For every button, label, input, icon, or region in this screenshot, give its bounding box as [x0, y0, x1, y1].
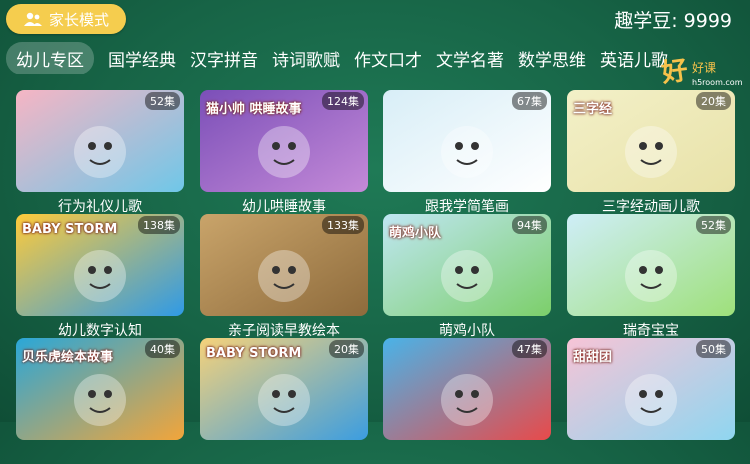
course-card[interactable]: 贝乐虎绘本故事 40集	[16, 338, 184, 464]
course-card[interactable]: BABY STORM 138集 幼儿数字认知	[16, 214, 184, 340]
course-card[interactable]: BABY STORM 20集	[200, 338, 368, 464]
course-grid: 52集 行为礼仪儿歌 猫小帅 哄睡故事 124集 幼儿哄睡故事 67集 跟我学简笔画 三字经 2…	[16, 90, 750, 440]
episode-count-badge: 40集	[145, 340, 180, 358]
course-thumbnail: 三字经 20集	[567, 90, 735, 192]
course-thumbnail: 133集	[200, 214, 368, 316]
thumbnail-caption: 贝乐虎绘本故事	[22, 350, 114, 365]
course-card[interactable]: 47集	[383, 338, 551, 464]
tab-2[interactable]: 汉字拼音	[190, 42, 258, 74]
course-title	[200, 446, 368, 464]
tab-6[interactable]: 数学思维	[518, 42, 586, 74]
course-thumbnail: BABY STORM 20集	[200, 338, 368, 440]
thumbnail-caption: 甜甜团	[573, 350, 613, 365]
course-title	[383, 446, 551, 464]
course-thumbnail: 67集	[383, 90, 551, 192]
course-thumbnail: 贝乐虎绘本故事 40集	[16, 338, 184, 440]
course-card[interactable]: 67集 跟我学简笔画	[383, 90, 551, 216]
course-thumbnail: 萌鸡小队 94集	[383, 214, 551, 316]
course-card[interactable]: 萌鸡小队 94集 萌鸡小队	[383, 214, 551, 340]
svg-text:好课: 好课	[692, 61, 716, 75]
thumbnail-caption: BABY STORM	[22, 222, 118, 237]
family-icon	[23, 12, 42, 26]
course-thumbnail: 52集	[567, 214, 735, 316]
thumbnail-caption: 萌鸡小队	[389, 226, 442, 241]
beans-balance: 趣学豆: 9999	[614, 10, 732, 32]
tab-4[interactable]: 作文口才	[354, 42, 422, 74]
course-title	[16, 446, 184, 464]
episode-count-badge: 20集	[696, 92, 731, 110]
episode-count-badge: 50集	[696, 340, 731, 358]
course-thumbnail: 猫小帅 哄睡故事 124集	[200, 90, 368, 192]
parent-mode-button[interactable]: 家长模式	[6, 4, 126, 34]
site-logo: 好 好课 h5room.com	[659, 55, 743, 88]
episode-count-badge: 20集	[329, 340, 364, 358]
episode-count-badge: 67集	[512, 92, 547, 110]
parent-mode-label: 家长模式	[48, 10, 109, 29]
episode-count-badge: 133集	[322, 216, 364, 234]
thumbnail-caption: 三字经	[573, 102, 613, 117]
course-card[interactable]: 甜甜团 50集	[567, 338, 735, 464]
episode-count-badge: 138集	[138, 216, 180, 234]
course-thumbnail: 甜甜团 50集	[567, 338, 735, 440]
course-card[interactable]: 52集 行为礼仪儿歌	[16, 90, 184, 216]
category-tabs: 幼儿专区 国学经典 汉字拼音 诗词歌赋 作文口才 文学名著 数学思维 英语儿歌	[6, 42, 750, 74]
course-thumbnail: 47集	[383, 338, 551, 440]
tab-5[interactable]: 文学名著	[436, 42, 504, 74]
tab-1[interactable]: 国学经典	[108, 42, 176, 74]
episode-count-badge: 52集	[696, 216, 731, 234]
episode-count-badge: 124集	[322, 92, 364, 110]
course-title	[567, 446, 735, 464]
svg-text:h5room.com: h5room.com	[692, 78, 743, 87]
thumbnail-caption: 猫小帅 哄睡故事	[206, 102, 302, 117]
course-thumbnail: 52集	[16, 90, 184, 192]
course-card[interactable]: 52集 瑞奇宝宝	[567, 214, 735, 340]
thumbnail-caption: BABY STORM	[206, 346, 302, 361]
course-card[interactable]: 猫小帅 哄睡故事 124集 幼儿哄睡故事	[200, 90, 368, 216]
episode-count-badge: 47集	[512, 340, 547, 358]
svg-text:好: 好	[659, 55, 690, 88]
tab-3[interactable]: 诗词歌赋	[272, 42, 340, 74]
tab-0[interactable]: 幼儿专区	[6, 42, 94, 74]
course-card[interactable]: 三字经 20集 三字经动画儿歌	[567, 90, 735, 216]
course-card[interactable]: 133集 亲子阅读早教绘本	[200, 214, 368, 340]
episode-count-badge: 94集	[512, 216, 547, 234]
course-thumbnail: BABY STORM 138集	[16, 214, 184, 316]
episode-count-badge: 52集	[145, 92, 180, 110]
